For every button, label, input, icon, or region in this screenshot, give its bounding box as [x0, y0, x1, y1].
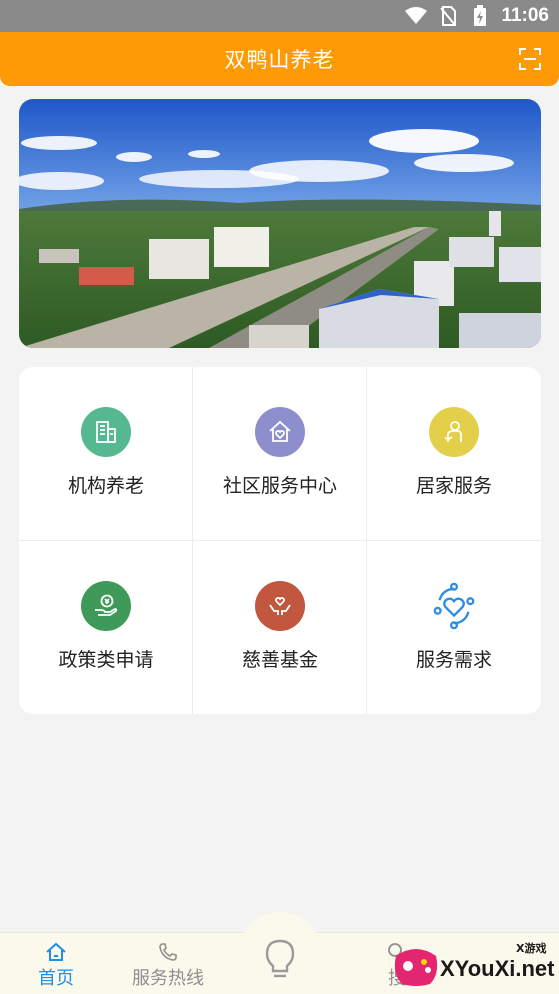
home-heart-icon [255, 407, 305, 457]
wifi-icon [405, 6, 428, 26]
status-time: 11:06 [501, 5, 549, 26]
status-bar: 11:06 [0, 0, 559, 32]
tab-home[interactable]: 首页 [0, 933, 116, 994]
service-home-care[interactable]: 居家服务 [367, 367, 541, 540]
tab-hotline[interactable]: 服务热线 [108, 933, 228, 994]
building-icon [81, 407, 131, 457]
watermark-logo: X游戏 XYouXi.net [388, 936, 559, 994]
watermark-small: X游戏 [516, 942, 547, 955]
service-grid: 机构养老 社区服务中心 居家服务 政策类申请 慈善基金 服务需求 [19, 367, 541, 714]
service-label: 机构养老 [67, 475, 144, 497]
service-policy-application[interactable]: 政策类申请 [19, 541, 193, 714]
service-label: 政策类申请 [58, 649, 154, 671]
service-label: 居家服务 [415, 475, 492, 497]
app-header: 双鸭山养老 [0, 32, 559, 86]
battery-charging-icon [469, 5, 491, 26]
service-label: 慈善基金 [241, 649, 318, 671]
scan-icon[interactable] [519, 48, 541, 70]
watermark-text: XYouXi.net [440, 956, 555, 981]
service-needs[interactable]: 服务需求 [367, 541, 541, 714]
tab-label: 首页 [38, 968, 74, 989]
no-sim-icon [437, 6, 459, 26]
service-label: 社区服务中心 [222, 475, 337, 497]
service-institutional-care[interactable]: 机构养老 [19, 367, 193, 540]
page-title: 双鸭山养老 [224, 48, 335, 72]
heart-people-icon [429, 581, 479, 631]
caregiver-icon [429, 407, 479, 457]
hand-coin-icon [81, 581, 131, 631]
service-label: 服务需求 [415, 649, 492, 671]
tab-label: 服务热线 [132, 968, 204, 989]
service-community-center[interactable]: 社区服务中心 [193, 367, 367, 540]
lightbulb-icon[interactable] [262, 938, 298, 982]
home-icon [45, 941, 67, 963]
service-charity-fund[interactable]: 慈善基金 [193, 541, 367, 714]
banner-image[interactable] [19, 99, 541, 348]
charity-hands-icon [255, 581, 305, 631]
phone-icon [158, 941, 178, 963]
